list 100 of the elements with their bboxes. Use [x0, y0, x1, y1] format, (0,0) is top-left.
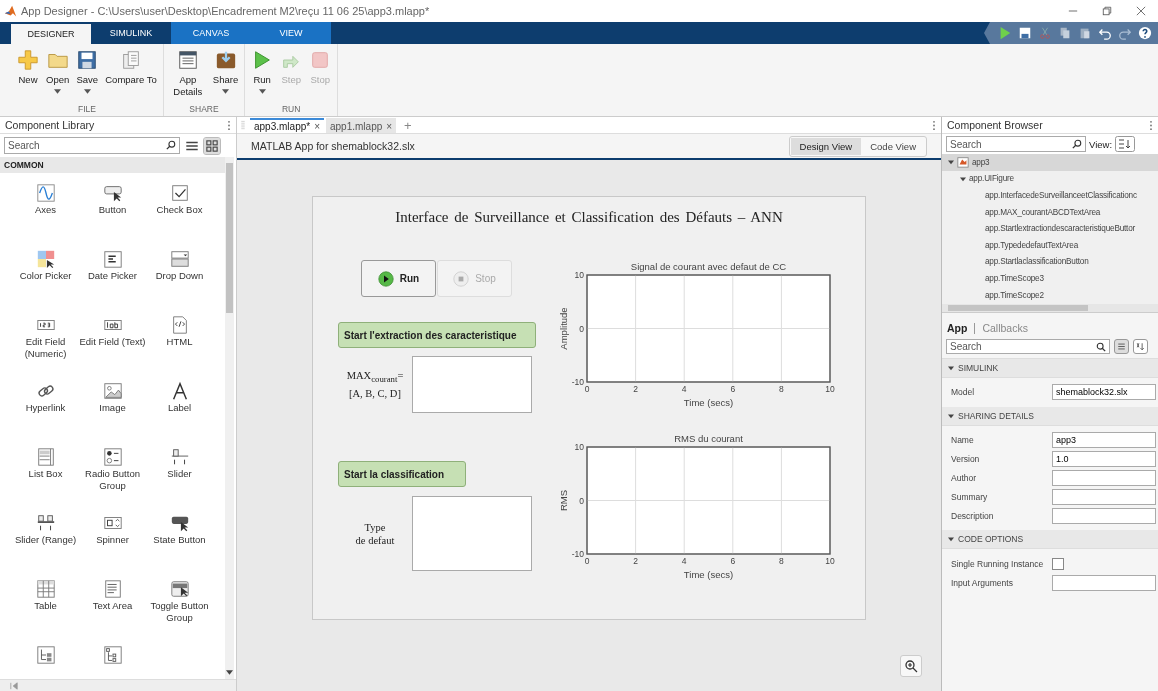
component-label[interactable]: State Button — [153, 534, 206, 546]
component-label[interactable]: Toggle Button Group — [146, 600, 213, 624]
ribbon-tab[interactable]: DESIGNER — [11, 24, 91, 44]
document-tab[interactable]: app3.mlapp* × — [250, 118, 324, 133]
checkbox-tree-icon[interactable] — [102, 645, 123, 665]
component-label[interactable]: Hyperlink — [25, 402, 66, 414]
image-icon[interactable] — [102, 381, 123, 401]
component-label[interactable]: Radio Button Group — [79, 468, 146, 492]
component-label[interactable]: Color Picker — [19, 270, 72, 282]
tab-label[interactable]: app3.mlapp* — [254, 121, 311, 132]
section-header[interactable]: SIMULINK — [942, 359, 1158, 378]
property-field[interactable]: shemablock32.slx — [1052, 384, 1156, 401]
scrollbar-track[interactable] — [225, 157, 234, 679]
help-icon[interactable] — [1138, 26, 1152, 40]
component-label[interactable]: Edit Field (Text) — [79, 336, 146, 348]
component-label[interactable]: Check Box — [156, 204, 203, 216]
more-options-icon[interactable] — [1149, 119, 1153, 131]
close-icon[interactable] — [1136, 6, 1146, 16]
tree-icon[interactable] — [35, 645, 56, 665]
more-options-icon[interactable] — [932, 119, 936, 131]
checkbox[interactable] — [1052, 557, 1064, 570]
new-tab-button[interactable]: + — [398, 117, 418, 133]
restore-icon[interactable] — [1102, 6, 1112, 16]
scrollbar-thumb[interactable] — [226, 163, 233, 313]
checkbox-icon[interactable] — [169, 183, 190, 203]
component-label[interactable]: Button — [98, 204, 127, 216]
component-label[interactable]: Date Picker — [87, 270, 138, 282]
expand-caret-icon[interactable] — [948, 159, 954, 166]
paste-icon[interactable] — [1078, 26, 1092, 40]
table-icon[interactable] — [35, 579, 56, 599]
slider-icon[interactable] — [169, 447, 190, 467]
list-box-icon[interactable] — [35, 447, 56, 467]
component-label[interactable]: HTML — [166, 336, 193, 348]
close-tab-button[interactable]: × — [386, 121, 393, 132]
radio-group-icon[interactable] — [102, 447, 123, 467]
dropdown-icon[interactable] — [169, 249, 190, 269]
tree-item[interactable]: app.InterfacedeSurveillanceetClassificationc — [942, 187, 1158, 204]
wave-icon[interactable] — [35, 183, 56, 203]
tree-item[interactable]: app.UIFigure — [942, 170, 1158, 188]
component-label[interactable]: Slider (Range) — [14, 534, 77, 546]
grouped-list-icon[interactable] — [1114, 339, 1129, 354]
search-field[interactable]: Search — [946, 339, 1110, 354]
tree-item[interactable]: app.StartlaclassificationButton — [942, 253, 1158, 271]
ribbon-tab[interactable]: SIMULINK — [91, 22, 171, 44]
component-label[interactable]: Image — [99, 402, 126, 414]
ribbon-tab[interactable]: CANVAS — [171, 22, 251, 44]
toolstrip-button[interactable]: Open — [43, 47, 73, 96]
property-field[interactable] — [1052, 489, 1156, 505]
component-label[interactable]: Table — [34, 600, 57, 612]
component-label[interactable]: Text Area — [92, 600, 133, 612]
tree-item[interactable]: app.TypededefautTextArea — [942, 236, 1158, 254]
property-field[interactable] — [1052, 470, 1156, 487]
component-label[interactable]: Spinner — [96, 534, 129, 546]
tree-item[interactable]: app3 — [942, 154, 1158, 171]
ribbon-tab[interactable]: VIEW — [251, 22, 331, 44]
tab-label[interactable]: app1.mlapp — [330, 121, 383, 132]
sort-dropdown-icon[interactable] — [1115, 136, 1136, 152]
extract-button[interactable]: Start l'extraction des caracteristique — [338, 322, 536, 348]
color-swatch-icon[interactable] — [35, 249, 56, 269]
property-field[interactable] — [1052, 507, 1156, 524]
toolstrip-button[interactable]: New — [14, 47, 42, 88]
toggle-group-icon[interactable] — [169, 579, 190, 599]
property-field[interactable]: 1.0 — [1052, 451, 1156, 468]
tree-item[interactable]: app.TimeScope2 — [942, 286, 1158, 304]
tree-item[interactable]: app.MAX_courantABCDTextArea — [942, 203, 1158, 221]
classify-button[interactable]: Start la classification — [338, 461, 466, 487]
text-lines-icon[interactable] — [102, 579, 123, 599]
component-label[interactable]: Edit Field (Numeric) — [12, 336, 79, 360]
redo-icon[interactable] — [1118, 26, 1132, 40]
property-field[interactable] — [1052, 574, 1156, 591]
scroll-down-icon[interactable] — [226, 670, 233, 675]
component-label[interactable]: Drop Down — [155, 270, 204, 282]
search-field[interactable]: Search — [946, 136, 1086, 152]
collapse-icon[interactable] — [10, 681, 18, 690]
toolstrip-button[interactable]: Save — [73, 47, 102, 96]
scrollbar-track[interactable] — [942, 304, 1158, 313]
undo-icon[interactable] — [1098, 26, 1112, 40]
text-area[interactable] — [412, 496, 532, 571]
toolstrip-button[interactable]: App Details — [166, 47, 209, 100]
component-label[interactable]: Axes — [34, 204, 57, 216]
range-slider-icon[interactable] — [35, 513, 56, 533]
close-tab-button[interactable]: × — [314, 121, 320, 132]
section-header[interactable]: SHARING DETAILS — [942, 406, 1158, 426]
inspector-tab[interactable]: App — [947, 322, 968, 334]
component-label[interactable]: List Box — [28, 468, 63, 480]
view-toggle[interactable]: Design View — [790, 137, 862, 155]
scope-button[interactable]: Run — [361, 260, 436, 297]
search-field[interactable]: Search — [4, 137, 180, 154]
zoom-button[interactable] — [900, 655, 922, 677]
view-toggle[interactable]: Code View — [861, 137, 925, 155]
tree-item[interactable]: app.TimeScope3 — [942, 270, 1158, 287]
more-options-icon[interactable] — [227, 119, 231, 131]
text-area[interactable] — [412, 356, 532, 413]
scrollbar-thumb[interactable] — [948, 305, 1088, 311]
component-label[interactable]: Slider — [167, 468, 192, 480]
document-tab[interactable]: app1.mlapp × — [326, 118, 397, 133]
toolstrip-button[interactable]: Run — [248, 47, 277, 96]
expand-caret-icon[interactable] — [960, 175, 966, 182]
sort-alphabetical-icon[interactable] — [1133, 339, 1148, 354]
section-header[interactable]: CODE OPTIONS — [942, 530, 1158, 550]
